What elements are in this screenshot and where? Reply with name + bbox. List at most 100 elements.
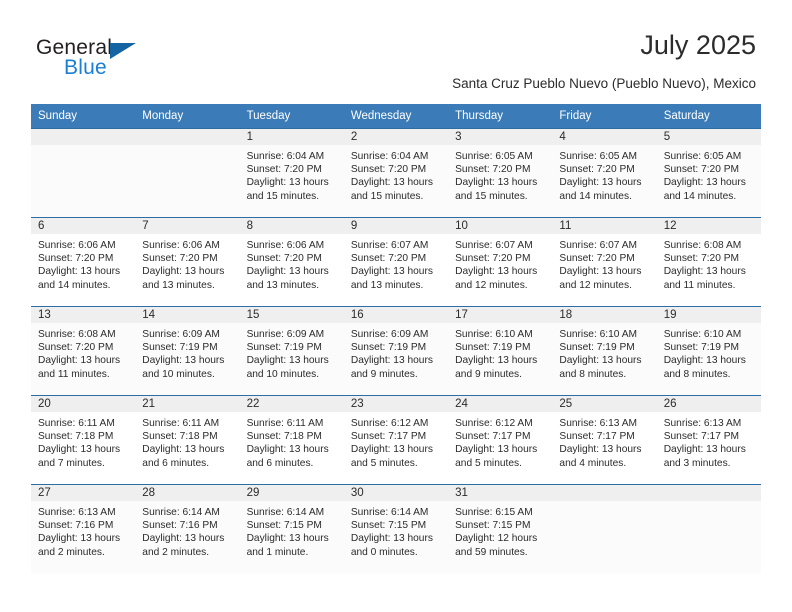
- calendar-day-cell[interactable]: 21 Sunrise: 6:11 AM Sunset: 7:18 PM Dayli…: [135, 395, 240, 485]
- day-number: 26: [656, 396, 761, 412]
- day-cell-inner: 13 Sunrise: 6:08 AM Sunset: 7:20 PM Dayli…: [31, 307, 136, 395]
- calendar-day-cell[interactable]: 18 Sunrise: 6:10 AM Sunset: 7:19 PM Dayli…: [552, 306, 657, 396]
- calendar-day-cell[interactable]: 2 Sunrise: 6:04 AM Sunset: 7:20 PM Daylig…: [343, 128, 449, 218]
- day-number: 23: [343, 396, 449, 412]
- day-cell-inner: [31, 129, 136, 217]
- day-cell-inner: 20 Sunrise: 6:11 AM Sunset: 7:18 PM Dayli…: [31, 396, 136, 484]
- triangle-icon: [110, 43, 136, 59]
- day-sun-details: Sunrise: 6:10 AM Sunset: 7:19 PM Dayligh…: [663, 329, 746, 380]
- calendar-day-cell[interactable]: 31 Sunrise: 6:15 AM Sunset: 7:15 PM Dayli…: [448, 484, 553, 573]
- day-cell-inner: 14 Sunrise: 6:09 AM Sunset: 7:19 PM Dayli…: [135, 307, 240, 395]
- calendar-body: 1 Sunrise: 6:04 AM Sunset: 7:20 PM Daylig…: [31, 128, 761, 573]
- calendar-day-cell[interactable]: 6 Sunrise: 6:06 AM Sunset: 7:20 PM Daylig…: [31, 217, 136, 307]
- day-number: 5: [656, 129, 761, 145]
- day-number: [656, 485, 761, 501]
- day-cell-inner: 9 Sunrise: 6:07 AM Sunset: 7:20 PM Daylig…: [343, 218, 449, 306]
- calendar-day-cell[interactable]: 11 Sunrise: 6:07 AM Sunset: 7:20 PM Dayli…: [552, 217, 657, 307]
- day-cell-inner: 2 Sunrise: 6:04 AM Sunset: 7:20 PM Daylig…: [343, 129, 449, 217]
- calendar-day-cell[interactable]: 20 Sunrise: 6:11 AM Sunset: 7:18 PM Dayli…: [31, 395, 136, 485]
- calendar-day-cell[interactable]: 13 Sunrise: 6:08 AM Sunset: 7:20 PM Dayli…: [31, 306, 136, 396]
- calendar-day-cell[interactable]: 26 Sunrise: 6:13 AM Sunset: 7:17 PM Dayli…: [656, 395, 761, 485]
- calendar-day-cell[interactable]: 29 Sunrise: 6:14 AM Sunset: 7:15 PM Dayli…: [239, 484, 344, 573]
- calendar-day-cell[interactable]: 19 Sunrise: 6:10 AM Sunset: 7:19 PM Dayli…: [656, 306, 761, 396]
- calendar-day-cell[interactable]: 1 Sunrise: 6:04 AM Sunset: 7:20 PM Daylig…: [239, 128, 344, 218]
- calendar-day-cell[interactable]: 27 Sunrise: 6:13 AM Sunset: 7:16 PM Dayli…: [31, 484, 136, 573]
- calendar-day-cell[interactable]: 12 Sunrise: 6:08 AM Sunset: 7:20 PM Dayli…: [656, 217, 761, 307]
- calendar-day-cell[interactable]: 9 Sunrise: 6:07 AM Sunset: 7:20 PM Daylig…: [343, 217, 449, 307]
- day-cell-inner: 30 Sunrise: 6:14 AM Sunset: 7:15 PM Dayli…: [343, 485, 449, 573]
- calendar-day-cell[interactable]: 22 Sunrise: 6:11 AM Sunset: 7:18 PM Dayli…: [239, 395, 344, 485]
- day-cell-inner: 17 Sunrise: 6:10 AM Sunset: 7:19 PM Dayli…: [448, 307, 553, 395]
- calendar-week-row: 1 Sunrise: 6:04 AM Sunset: 7:20 PM Daylig…: [31, 128, 761, 218]
- weekday-header-wednesday: Wednesday: [343, 104, 449, 129]
- day-number: 11: [552, 218, 657, 234]
- calendar-day-cell[interactable]: 25 Sunrise: 6:13 AM Sunset: 7:17 PM Dayli…: [552, 395, 657, 485]
- day-cell-inner: 25 Sunrise: 6:13 AM Sunset: 7:17 PM Dayli…: [552, 396, 657, 484]
- calendar-week-row: 20 Sunrise: 6:11 AM Sunset: 7:18 PM Dayli…: [31, 395, 761, 485]
- calendar-day-cell[interactable]: 15 Sunrise: 6:09 AM Sunset: 7:19 PM Dayli…: [239, 306, 344, 396]
- day-number: 16: [343, 307, 449, 323]
- calendar-day-cell[interactable]: 17 Sunrise: 6:10 AM Sunset: 7:19 PM Dayli…: [448, 306, 553, 396]
- calendar-day-cell[interactable]: 23 Sunrise: 6:12 AM Sunset: 7:17 PM Dayli…: [343, 395, 449, 485]
- day-sun-details: Sunrise: 6:04 AM Sunset: 7:20 PM Dayligh…: [350, 151, 433, 202]
- day-sun-details: Sunrise: 6:14 AM Sunset: 7:15 PM Dayligh…: [246, 507, 329, 558]
- day-sun-details: Sunrise: 6:13 AM Sunset: 7:17 PM Dayligh…: [663, 418, 746, 469]
- day-cell-inner: 27 Sunrise: 6:13 AM Sunset: 7:16 PM Dayli…: [31, 485, 136, 573]
- day-sun-details: Sunrise: 6:14 AM Sunset: 7:16 PM Dayligh…: [142, 507, 225, 558]
- day-sun-details: Sunrise: 6:04 AM Sunset: 7:20 PM Dayligh…: [246, 151, 329, 202]
- calendar-day-cell[interactable]: 24 Sunrise: 6:12 AM Sunset: 7:17 PM Dayli…: [448, 395, 553, 485]
- brand-logo[interactable]: General Blue: [36, 36, 236, 84]
- calendar-day-cell[interactable]: 4 Sunrise: 6:05 AM Sunset: 7:20 PM Daylig…: [552, 128, 657, 218]
- calendar-empty-cell: [31, 128, 136, 218]
- day-sun-details: Sunrise: 6:10 AM Sunset: 7:19 PM Dayligh…: [455, 329, 538, 380]
- day-cell-inner: 4 Sunrise: 6:05 AM Sunset: 7:20 PM Daylig…: [552, 129, 657, 217]
- day-number: 14: [135, 307, 240, 323]
- calendar-day-cell[interactable]: 10 Sunrise: 6:07 AM Sunset: 7:20 PM Dayli…: [448, 217, 553, 307]
- calendar-week-row: 13 Sunrise: 6:08 AM Sunset: 7:20 PM Dayli…: [31, 306, 761, 396]
- day-cell-inner: [552, 485, 657, 573]
- day-number: 24: [448, 396, 553, 412]
- day-number: 9: [343, 218, 449, 234]
- calendar-empty-cell: [656, 484, 761, 573]
- day-cell-inner: 10 Sunrise: 6:07 AM Sunset: 7:20 PM Dayli…: [448, 218, 553, 306]
- day-sun-details: Sunrise: 6:11 AM Sunset: 7:18 PM Dayligh…: [38, 418, 121, 469]
- day-sun-details: Sunrise: 6:07 AM Sunset: 7:20 PM Dayligh…: [350, 240, 433, 291]
- day-cell-inner: 31 Sunrise: 6:15 AM Sunset: 7:15 PM Dayli…: [448, 485, 553, 573]
- calendar-day-cell[interactable]: 3 Sunrise: 6:05 AM Sunset: 7:20 PM Daylig…: [448, 128, 553, 218]
- calendar-week-row: 6 Sunrise: 6:06 AM Sunset: 7:20 PM Daylig…: [31, 217, 761, 307]
- day-cell-inner: 6 Sunrise: 6:06 AM Sunset: 7:20 PM Daylig…: [31, 218, 136, 306]
- calendar-day-cell[interactable]: 14 Sunrise: 6:09 AM Sunset: 7:19 PM Dayli…: [135, 306, 240, 396]
- calendar-day-cell[interactable]: 5 Sunrise: 6:05 AM Sunset: 7:20 PM Daylig…: [656, 128, 761, 218]
- calendar-day-cell[interactable]: 30 Sunrise: 6:14 AM Sunset: 7:15 PM Dayli…: [343, 484, 449, 573]
- day-cell-inner: 29 Sunrise: 6:14 AM Sunset: 7:15 PM Dayli…: [239, 485, 344, 573]
- calendar-day-cell[interactable]: 28 Sunrise: 6:14 AM Sunset: 7:16 PM Dayli…: [135, 484, 240, 573]
- day-cell-inner: 1 Sunrise: 6:04 AM Sunset: 7:20 PM Daylig…: [239, 129, 344, 217]
- weekday-header-saturday: Saturday: [656, 104, 761, 129]
- day-cell-inner: 21 Sunrise: 6:11 AM Sunset: 7:18 PM Dayli…: [135, 396, 240, 484]
- day-sun-details: Sunrise: 6:11 AM Sunset: 7:18 PM Dayligh…: [246, 418, 329, 469]
- calendar-container: Sunday Monday Tuesday Wednesday Thursday Frid…: [31, 104, 761, 573]
- day-number: 17: [448, 307, 553, 323]
- calendar-day-cell[interactable]: 16 Sunrise: 6:09 AM Sunset: 7:19 PM Dayli…: [343, 306, 449, 396]
- day-number: 12: [656, 218, 761, 234]
- day-sun-details: Sunrise: 6:15 AM Sunset: 7:15 PM Dayligh…: [455, 507, 538, 558]
- day-sun-details: Sunrise: 6:05 AM Sunset: 7:20 PM Dayligh…: [663, 151, 746, 202]
- day-number: 28: [135, 485, 240, 501]
- day-number: 22: [239, 396, 344, 412]
- day-cell-inner: 16 Sunrise: 6:09 AM Sunset: 7:19 PM Dayli…: [343, 307, 449, 395]
- day-number: 10: [448, 218, 553, 234]
- day-cell-inner: 24 Sunrise: 6:12 AM Sunset: 7:17 PM Dayli…: [448, 396, 553, 484]
- day-number: [135, 129, 240, 145]
- day-number: 20: [31, 396, 136, 412]
- calendar-day-cell[interactable]: 8 Sunrise: 6:06 AM Sunset: 7:20 PM Daylig…: [239, 217, 344, 307]
- day-sun-details: Sunrise: 6:12 AM Sunset: 7:17 PM Dayligh…: [350, 418, 433, 469]
- day-number: 30: [343, 485, 449, 501]
- day-cell-inner: 22 Sunrise: 6:11 AM Sunset: 7:18 PM Dayli…: [239, 396, 344, 484]
- weekday-header-sunday: Sunday: [31, 104, 136, 129]
- day-number: 7: [135, 218, 240, 234]
- calendar-day-cell[interactable]: 7 Sunrise: 6:06 AM Sunset: 7:20 PM Daylig…: [135, 217, 240, 307]
- day-sun-details: Sunrise: 6:14 AM Sunset: 7:15 PM Dayligh…: [350, 507, 433, 558]
- day-number: 1: [239, 129, 344, 145]
- day-cell-inner: [656, 485, 761, 573]
- weekday-header-tuesday: Tuesday: [239, 104, 344, 129]
